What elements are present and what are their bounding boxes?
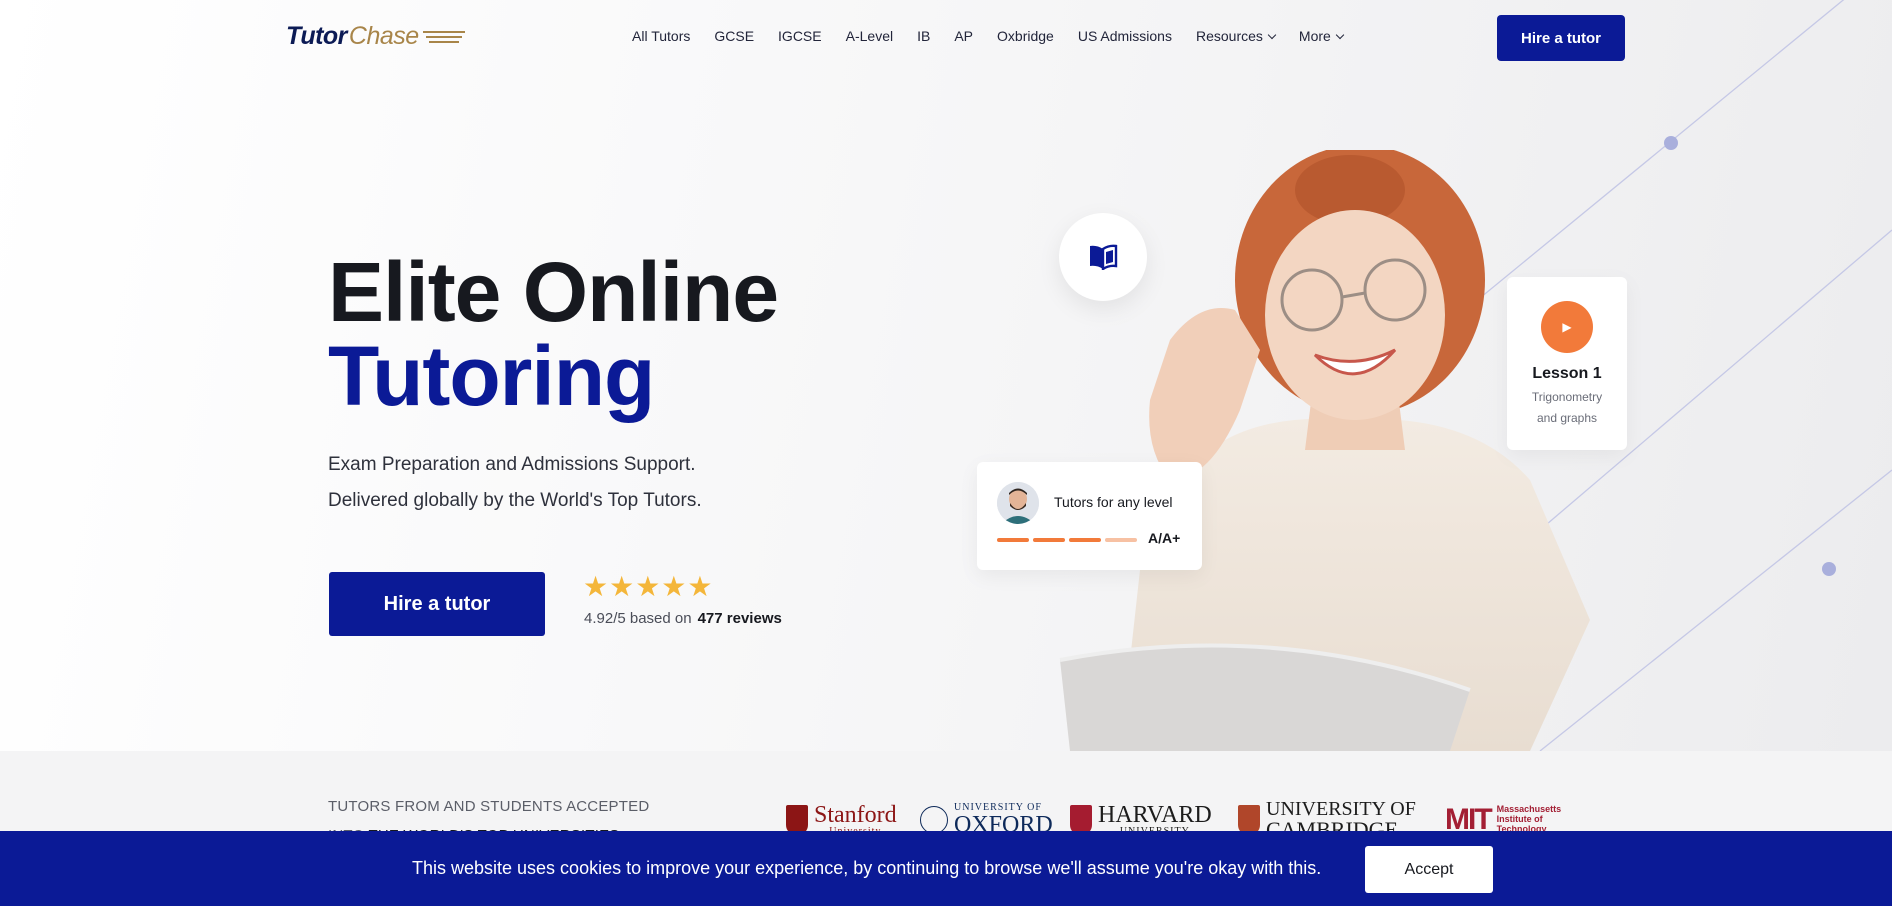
nav-a-level[interactable]: A-Level: [846, 28, 893, 44]
page-title: Elite Online Tutoring: [328, 245, 779, 423]
lesson-subtitle: Trigonometry and graphs: [1531, 390, 1603, 425]
title-line-1: Elite Online: [328, 245, 779, 339]
nav-ib[interactable]: IB: [917, 28, 930, 44]
rating-summary: 4.92/5 based on 477 reviews: [584, 610, 782, 627]
nav-gcse[interactable]: GCSE: [714, 28, 754, 44]
subtitle-line-2: Delivered globally by the World's Top Tu…: [328, 490, 702, 511]
hero-subtitle: Exam Preparation and Admissions Support.…: [328, 447, 702, 519]
accept-cookies-button[interactable]: Accept: [1365, 846, 1493, 893]
book-badge: [1059, 213, 1147, 301]
tutors-level-card: Tutors for any level A/A+: [977, 462, 1202, 570]
main-nav: All Tutors GCSE IGCSE A-Level IB AP Oxbr…: [632, 28, 1343, 44]
nav-more-dropdown[interactable]: More: [1299, 28, 1343, 44]
rating-text: 4.92/5 based on: [584, 610, 692, 627]
lesson-card[interactable]: ▶ Lesson 1 Trigonometry and graphs: [1507, 277, 1627, 450]
nav-all-tutors[interactable]: All Tutors: [632, 28, 690, 44]
cookie-message: This website uses cookies to improve you…: [412, 858, 1322, 878]
logo[interactable]: Tutor Chase: [286, 22, 465, 51]
reviews-link[interactable]: 477 reviews: [698, 610, 782, 627]
nav-resources-dropdown[interactable]: Resources: [1196, 28, 1275, 44]
subtitle-line-1: Exam Preparation and Admissions Support.: [328, 454, 696, 475]
header-hire-tutor-button[interactable]: Hire a tutor: [1497, 15, 1625, 61]
nav-ap[interactable]: AP: [954, 28, 973, 44]
logo-speed-lines: [422, 28, 465, 46]
lesson-title: Lesson 1: [1532, 365, 1602, 382]
star-rating-icon: ★★★★★: [583, 571, 714, 602]
nav-igcse[interactable]: IGCSE: [778, 28, 822, 44]
grade-label: A/A+: [1148, 530, 1181, 546]
cookie-banner: This website uses cookies to improve you…: [0, 831, 1892, 906]
hero-section: Tutor Chase All Tutors GCSE IGCSE A-Leve…: [0, 0, 1892, 751]
hero-hire-tutor-button[interactable]: Hire a tutor: [329, 572, 545, 636]
tutors-level-text: Tutors for any level: [1054, 494, 1173, 510]
title-line-2: Tutoring: [328, 329, 655, 423]
level-progress-bar: [997, 538, 1137, 542]
logo-text-chase: Chase: [348, 22, 419, 50]
logo-text-tutor: Tutor: [286, 22, 347, 50]
nav-us-admissions[interactable]: US Admissions: [1078, 28, 1172, 44]
avatar: [997, 482, 1039, 524]
universities-line-1: TUTORS FROM AND STUDENTS ACCEPTED: [328, 798, 650, 815]
book-icon: [1090, 244, 1118, 270]
nav-oxbridge[interactable]: Oxbridge: [997, 28, 1054, 44]
play-icon[interactable]: ▶: [1541, 301, 1593, 353]
